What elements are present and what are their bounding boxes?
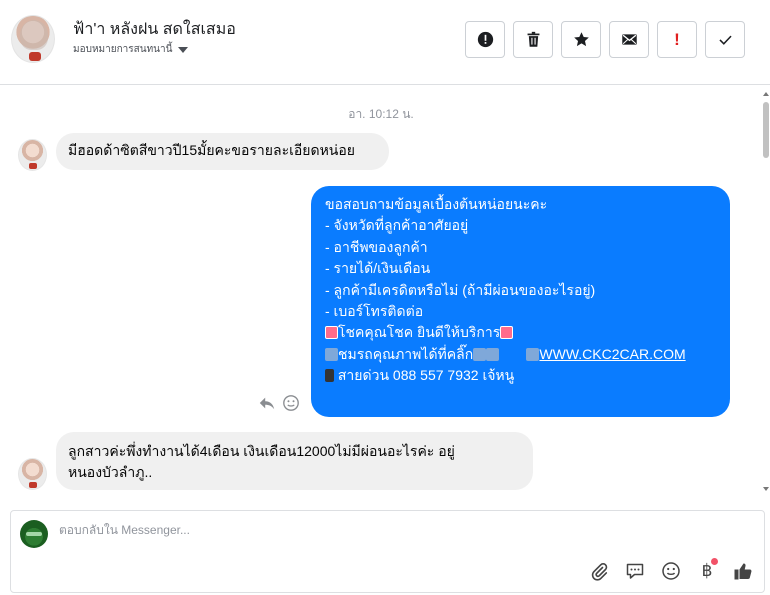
message-line: - รายได้/เงินเดือน [325,260,431,277]
contact-name[interactable]: ฟ้า'า หลังฝน สดใสเสมอ [73,17,236,42]
contact-avatar[interactable] [11,15,55,63]
message-line: ขอสอบถามข้อมูลเบื้องต้นหน่อยนะคะ [325,196,548,212]
paperclip-icon [591,563,608,581]
message-line: ชมรถคุณภาพได้ที่คลิ๊ก WWW.CKC2CAR.COM [325,344,718,365]
trash-icon [527,31,539,47]
emoji-icon [662,562,680,580]
star-icon [573,32,589,47]
hotline-text: สายด่วน 088 557 7932 เจ้หนู [337,367,515,384]
star-button[interactable] [561,21,601,58]
check-icon [718,35,732,45]
delete-button[interactable] [513,21,553,58]
attach-file-button[interactable] [588,560,610,582]
message-line: โชคคุณโชค ยินดีให้บริการ [325,322,718,343]
emoji-button[interactable] [660,560,682,582]
payment-button[interactable]: ฿ [696,558,718,582]
play-emoji-icon [526,347,540,361]
assign-conversation-dropdown[interactable]: มอบหมายการสนทนานี้ [73,42,189,57]
message-line: - ลูกค้ามีเครดิตหรือไม่ (ถ้ามีผ่อนของอะไ… [325,281,596,298]
message-thread[interactable]: อา. 10:12 น. มีฮอดด้าซิตสีขาวปี15มั้ยคะข… [0,86,770,495]
sparkle-emoji-icon [500,326,514,340]
message-line: สายด่วน 088 557 7932 เจ้หนู [325,365,718,386]
message-text: หนองบัวลำภู.. [68,464,153,480]
greeting-text: โชคคุณโชค ยินดีให้บริการ [338,324,501,341]
message-line: - จังหวัดที่ลูกค้าอาศัยอยู่ [325,217,469,234]
follow-up-button[interactable]: ! [657,21,697,58]
page-avatar [20,520,48,548]
reply-input[interactable] [59,523,659,537]
payment-icon: ฿ [701,561,713,581]
message-text: มีฮอดด้าซิตสีขาวปี15มั้ยคะขอรายละเอียดหน… [68,142,355,158]
message-text: ลูกสาวค่ะพึ่งทำงานได้4เดือน เงินเดือน120… [68,443,455,459]
scroll-up-arrow-icon[interactable] [763,92,769,96]
phone-emoji-icon [325,369,334,383]
react-smiley-icon[interactable] [282,394,300,412]
exclamation-icon: ! [674,29,680,49]
sender-avatar[interactable] [18,458,47,490]
scroll-down-arrow-icon[interactable] [763,487,769,491]
sender-avatar[interactable] [18,139,47,171]
reply-composer: ฿ [10,510,765,593]
message-line: - เบอร์โทรติดต่อ [325,303,424,320]
mark-done-button[interactable] [705,21,745,58]
down-arrow-emoji-icon [473,347,487,361]
website-link[interactable]: WWW.CKC2CAR.COM [539,346,685,362]
message-timestamp: อา. 10:12 น. [348,107,414,121]
play-emoji-icon [325,347,338,361]
saved-reply-icon [626,563,644,579]
notification-dot [711,558,718,565]
chat-scrollbar[interactable] [762,86,770,495]
incoming-message[interactable]: ลูกสาวค่ะพึ่งทำงานได้4เดือน เงินเดือน120… [56,432,533,490]
click-text: ชมรถคุณภาพได้ที่คลิ๊ก [338,345,474,362]
alert-circle-icon [477,31,493,48]
message-line: - อาชีพของลูกค้า [325,238,428,255]
down-arrow-emoji-icon [486,347,500,361]
thumbs-up-icon [734,563,752,580]
composer-toolbar: ฿ [588,558,754,582]
message-actions [258,394,300,412]
sparkle-emoji-icon [325,326,338,340]
conversation-header: ฟ้า'า หลังฝน สดใสเสมอ มอบหมายการสนทนานี้… [0,0,770,85]
mark-unread-button[interactable] [609,21,649,58]
scroll-thumb[interactable] [763,102,769,158]
envelope-icon [621,34,637,45]
reply-icon[interactable] [258,394,276,412]
incoming-message[interactable]: มีฮอดด้าซิตสีขาวปี15มั้ยคะขอรายละเอียดหน… [56,133,389,170]
report-button[interactable] [465,21,505,58]
chevron-down-icon [178,46,189,53]
outgoing-message[interactable]: ขอสอบถามข้อมูลเบื้องต้นหน่อยนะคะ - จังหว… [311,186,730,417]
send-like-button[interactable] [732,560,754,582]
saved-replies-button[interactable] [624,560,646,582]
assign-label: มอบหมายการสนทนานี้ [73,44,173,55]
